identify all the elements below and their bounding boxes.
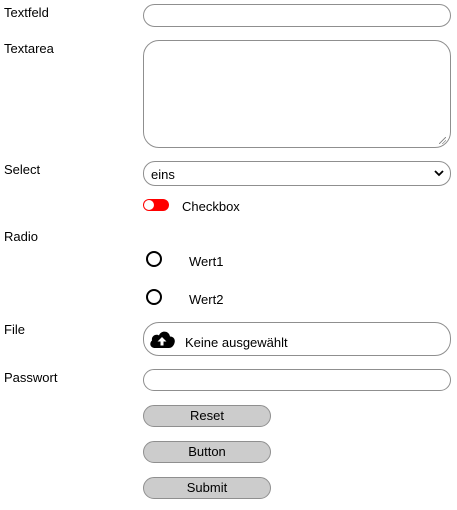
textfield-label: Textfeld bbox=[4, 5, 49, 20]
cloud-upload-icon bbox=[148, 328, 176, 350]
chevron-down-icon bbox=[434, 166, 444, 183]
textarea-label: Textarea bbox=[4, 41, 54, 56]
reset-button[interactable]: Reset bbox=[143, 405, 271, 427]
textarea-input[interactable] bbox=[143, 40, 451, 148]
file-status: Keine ausgewählt bbox=[185, 335, 288, 350]
generic-button[interactable]: Button bbox=[143, 441, 271, 463]
radio-label: Radio bbox=[4, 229, 38, 244]
file-input[interactable]: Keine ausgewählt bbox=[143, 322, 451, 356]
select-dropdown[interactable]: eins bbox=[143, 161, 451, 186]
radio-wert2-label: Wert2 bbox=[189, 292, 224, 307]
select-value: eins bbox=[151, 167, 175, 182]
radio-wert2[interactable] bbox=[146, 289, 162, 305]
file-label: File bbox=[4, 322, 25, 337]
toggle-knob bbox=[144, 200, 154, 210]
select-label: Select bbox=[4, 162, 41, 177]
password-label: Passwort bbox=[4, 370, 58, 385]
text-input[interactable] bbox=[143, 4, 451, 27]
checkbox-label: Checkbox bbox=[182, 199, 240, 214]
resize-grip-icon[interactable] bbox=[439, 137, 446, 144]
submit-button[interactable]: Submit bbox=[143, 477, 271, 499]
radio-wert1-label: Wert1 bbox=[189, 254, 224, 269]
checkbox-toggle[interactable] bbox=[143, 199, 169, 211]
radio-wert1[interactable] bbox=[146, 251, 162, 267]
password-input[interactable] bbox=[143, 369, 451, 391]
